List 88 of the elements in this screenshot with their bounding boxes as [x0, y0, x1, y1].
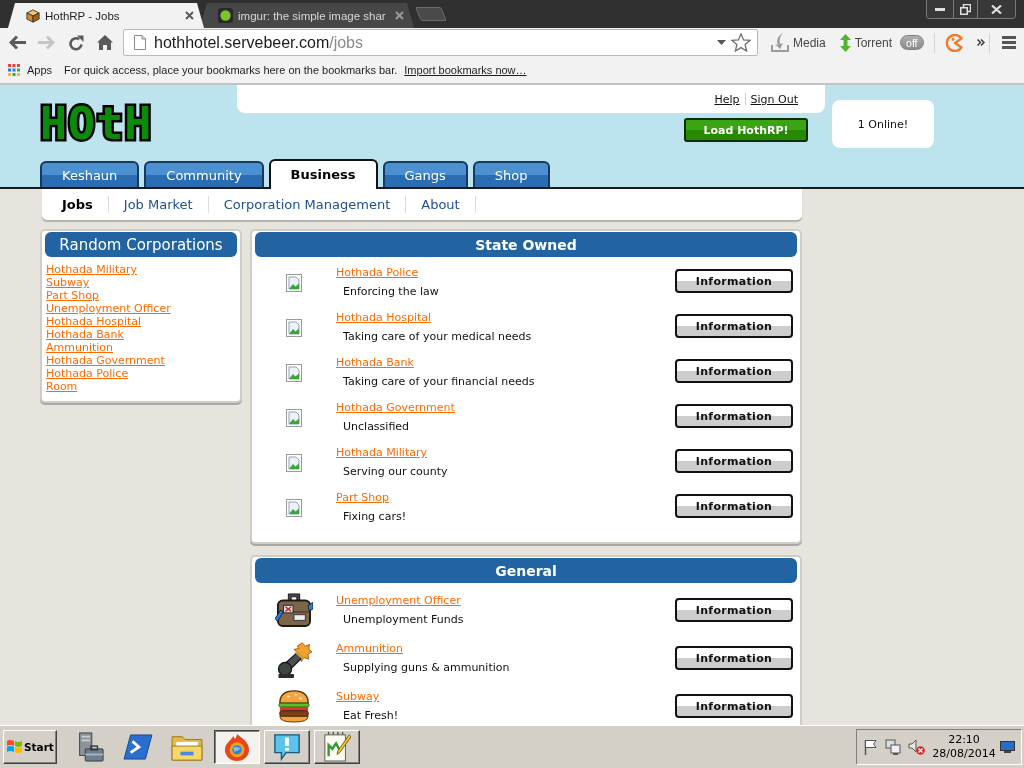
cube-icon [26, 8, 40, 23]
bookmarks-hint: For quick access, place your bookmarks here on the bookmarks bar. [64, 64, 398, 76]
address-field[interactable]: hothhotel.servebeer.com/jobs [123, 29, 758, 56]
site-logo: HOtH [40, 103, 153, 145]
speech-bubble-icon [273, 733, 301, 761]
restore-button[interactable] [954, 0, 978, 18]
restore-icon [960, 3, 971, 15]
clock-date[interactable]: 28/08/2014 [932, 747, 996, 761]
top-link[interactable]: Sign Out [750, 92, 798, 106]
terminal-icon[interactable] [122, 734, 153, 760]
document-icon [134, 35, 146, 50]
back-icon[interactable] [9, 35, 26, 50]
information-button[interactable]: Information [675, 694, 793, 718]
reload-icon[interactable] [67, 34, 84, 51]
corporation-description: Enforcing the law [343, 285, 439, 298]
nav-tab[interactable]: Shop [472, 161, 550, 187]
information-button[interactable]: Information [675, 359, 793, 383]
nav-tab[interactable]: Keshaun [40, 161, 140, 187]
information-button[interactable]: Information [675, 404, 793, 428]
information-button[interactable]: Information [675, 314, 793, 338]
section-title: General [255, 558, 797, 583]
corporation-description: Taking care of your medical needs [343, 330, 532, 343]
broken-image-icon [286, 274, 302, 292]
start-button[interactable]: Start [3, 730, 57, 764]
flame-globe-icon [224, 733, 250, 761]
flag-icon[interactable] [864, 739, 878, 755]
waving-flag-icon [6, 739, 23, 755]
network-icon[interactable] [885, 739, 901, 755]
online-counter: 1 Online! [832, 100, 934, 148]
new-tab-button[interactable] [415, 7, 447, 21]
nav-tab[interactable]: Community [144, 161, 264, 187]
broken-image-icon [286, 409, 302, 427]
corporation-description: Taking care of your financial needs [343, 375, 535, 388]
star-icon[interactable] [731, 33, 751, 52]
cannon-icon [276, 641, 312, 679]
close-button[interactable] [978, 0, 1015, 18]
burger-icon [277, 689, 311, 723]
apps-grid-icon [8, 64, 20, 76]
home-icon[interactable] [96, 35, 113, 50]
muted-speaker-icon[interactable] [908, 739, 925, 755]
close-icon[interactable] [395, 11, 404, 20]
load-game-button[interactable]: Load HothRP! [684, 118, 808, 142]
folder-icon[interactable] [170, 733, 203, 761]
close-icon [991, 4, 1002, 14]
nav-tab[interactable]: Business [268, 159, 378, 189]
sub-nav-tab[interactable]: Job Market [108, 196, 209, 213]
sub-nav-tab[interactable]: Corporation Management [208, 196, 407, 213]
broken-image-icon [286, 454, 302, 472]
corporation-description: Supplying guns & ammunition [343, 661, 510, 674]
dot-icon [218, 8, 233, 23]
download-tray-icon [771, 33, 789, 52]
panel-title: Random Corporations [45, 232, 237, 257]
broken-image-icon [286, 364, 302, 382]
close-icon[interactable] [185, 11, 194, 20]
information-button[interactable]: Information [675, 494, 793, 518]
broken-image-icon [286, 499, 302, 517]
information-button[interactable]: Information [675, 646, 793, 670]
broken-image-icon [286, 319, 302, 337]
section-title: State Owned [255, 232, 797, 257]
dropdown-caret-icon[interactable] [717, 40, 726, 45]
browser-tab[interactable]: imgur: the simple image shar [200, 3, 414, 28]
corporation-description: Unemployment Funds [343, 613, 464, 626]
corporation-description: Unclassified [343, 420, 410, 433]
information-button[interactable]: Information [675, 269, 793, 293]
taskbar-button[interactable] [214, 730, 260, 764]
sub-nav-tab[interactable]: About [406, 196, 476, 213]
menu-icon[interactable] [1001, 36, 1016, 49]
corporation-description: Eat Fresh! [343, 709, 399, 722]
extension-button[interactable]: Torrent [839, 33, 893, 52]
sub-nav-tab[interactable]: Jobs [47, 196, 109, 213]
double-chevron-icon[interactable] [976, 39, 985, 46]
browser-tab[interactable]: HothRP - Jobs [8, 3, 204, 28]
briefcase-icon [275, 593, 313, 627]
minimize-icon [935, 7, 945, 11]
notepad-icon [323, 732, 351, 762]
corporation-description: Serving our county [343, 465, 448, 478]
minimize-button[interactable] [927, 0, 954, 18]
clock-time[interactable]: 22:10 [948, 733, 980, 747]
information-button[interactable]: Information [675, 598, 793, 622]
corporation-description: Fixing cars! [343, 510, 407, 523]
up-down-arrow-icon [839, 33, 851, 52]
import-bookmarks-link[interactable]: Import bookmarks now… [404, 64, 527, 76]
information-button[interactable]: Information [675, 449, 793, 473]
monitor-icon[interactable] [1000, 741, 1015, 753]
apps-button[interactable]: Apps [8, 64, 53, 76]
top-link[interactable]: Help [714, 92, 740, 106]
extension-button[interactable]: Media [771, 33, 826, 52]
nav-tab[interactable]: Gangs [382, 161, 468, 187]
